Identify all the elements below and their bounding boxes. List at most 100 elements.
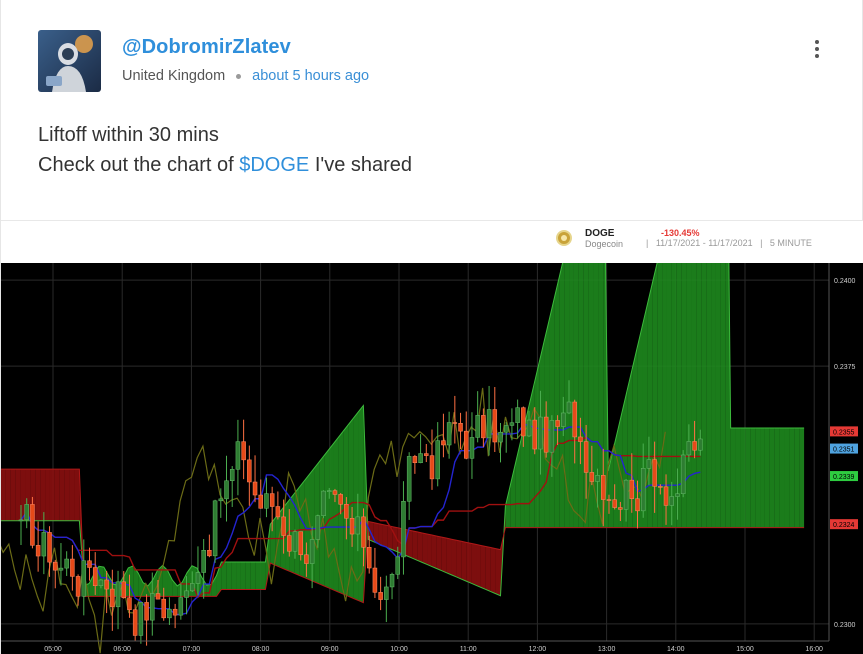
candle-body bbox=[252, 481, 258, 496]
y-tick-label: 0.2300 bbox=[834, 622, 856, 629]
cloud-bear-segment bbox=[382, 524, 388, 548]
candle-body bbox=[412, 456, 418, 464]
candle-body bbox=[401, 501, 406, 558]
candle-body bbox=[127, 597, 132, 610]
candle-body bbox=[572, 401, 577, 438]
candle-body bbox=[669, 496, 674, 506]
cloud-bull-segment bbox=[529, 381, 535, 528]
candle-body bbox=[298, 531, 303, 556]
candle-body bbox=[464, 430, 469, 459]
cloud-bull-segment bbox=[750, 427, 756, 528]
candle-body bbox=[424, 453, 429, 456]
cloud-bear-segment bbox=[64, 469, 70, 521]
cloud-bear-segment bbox=[69, 469, 75, 521]
candle-body bbox=[675, 493, 680, 497]
candle-body bbox=[475, 415, 480, 438]
cloud-bear-segment bbox=[412, 530, 418, 561]
candle-body bbox=[486, 409, 492, 439]
x-tick-label: 06:00 bbox=[113, 646, 131, 653]
price-chart[interactable]: 0.2400 0.2375 0.2300 0.2355 0.2351 0.2339 0.23… bbox=[1, 263, 863, 654]
price-label-text: 0.2339 bbox=[833, 474, 855, 481]
candle-body bbox=[47, 532, 52, 563]
price-label-text: 0.2355 bbox=[833, 429, 855, 436]
candle-body bbox=[698, 438, 703, 451]
candle-body bbox=[595, 475, 600, 482]
candle-body bbox=[441, 440, 446, 446]
user-avatar[interactable] bbox=[38, 30, 101, 92]
chart-canvas: 0.2400 0.2375 0.2300 0.2355 0.2351 0.2339 0.23… bbox=[1, 263, 858, 654]
cloud-bear-segment bbox=[74, 469, 80, 521]
candle-body bbox=[458, 423, 463, 432]
candle-body bbox=[503, 425, 509, 433]
cloud-bear-segment bbox=[451, 539, 457, 577]
candle-body bbox=[526, 419, 532, 437]
candle-body bbox=[338, 494, 343, 505]
candle-body bbox=[87, 560, 92, 568]
candle-body bbox=[446, 422, 452, 446]
timestamp-link[interactable]: about 5 hours ago bbox=[252, 68, 369, 84]
candle-body bbox=[58, 567, 64, 571]
cloud-bear-segment bbox=[1, 469, 6, 521]
x-tick-label: 07:00 bbox=[183, 646, 201, 653]
cloud-bear-segment bbox=[490, 547, 496, 594]
candle-body bbox=[355, 516, 361, 535]
cloud-bull-segment bbox=[784, 427, 790, 528]
cloud-bear-segment bbox=[466, 542, 472, 584]
candle-body bbox=[235, 441, 241, 470]
candle-body bbox=[309, 539, 315, 564]
candle-body bbox=[132, 609, 138, 636]
cloud-bear-segment bbox=[5, 469, 11, 521]
chart-symbol: DOGE bbox=[585, 228, 615, 239]
candle-body bbox=[372, 567, 378, 593]
cloud-bull-segment bbox=[745, 427, 751, 528]
cloud-bull-segment bbox=[730, 427, 736, 528]
candle-body bbox=[315, 515, 321, 540]
x-tick-label: 15:00 bbox=[736, 646, 754, 653]
cloud-bull-segment bbox=[764, 427, 770, 528]
candle-body bbox=[389, 574, 395, 588]
cloud-bear-segment bbox=[417, 531, 423, 563]
cloud-bull-segment bbox=[774, 427, 780, 528]
more-options-icon[interactable] bbox=[807, 38, 827, 60]
candle-body bbox=[115, 581, 121, 608]
cloud-bull-segment bbox=[578, 263, 584, 528]
candle-body bbox=[207, 550, 212, 557]
cloud-bull-segment bbox=[799, 427, 805, 528]
candle-body bbox=[492, 409, 498, 443]
candle-body bbox=[406, 456, 412, 502]
cloud-bull-segment bbox=[231, 561, 237, 590]
cloud-bull-segment bbox=[270, 517, 276, 566]
candle-body bbox=[161, 598, 166, 619]
candle-body bbox=[150, 593, 155, 621]
candle-body bbox=[498, 431, 503, 443]
candle-body bbox=[629, 479, 635, 499]
candle-body bbox=[110, 588, 115, 608]
cashtag-link[interactable]: $DOGE bbox=[239, 154, 309, 176]
candle-body bbox=[218, 498, 224, 502]
x-tick-label: 11:00 bbox=[460, 646, 477, 653]
candle-body bbox=[201, 550, 206, 573]
candle-body bbox=[640, 467, 646, 512]
candle-body bbox=[229, 469, 235, 482]
candle-body bbox=[549, 420, 555, 453]
cloud-bear-segment bbox=[446, 538, 452, 575]
candle-body bbox=[663, 486, 669, 506]
candle-body bbox=[98, 579, 104, 587]
username-link[interactable]: @DobromirZlatev bbox=[122, 36, 291, 59]
y-tick-label: 0.2375 bbox=[834, 364, 856, 371]
cloud-bull-segment bbox=[324, 449, 330, 589]
chart-date-range: | 11/17/2021 - 11/17/2021 | 5 MINUTE bbox=[646, 238, 812, 248]
candle-body bbox=[435, 440, 440, 480]
cloud-bear-segment bbox=[431, 535, 437, 569]
separator-dot bbox=[236, 73, 242, 79]
cloud-bull-segment bbox=[779, 427, 785, 528]
candle-body bbox=[178, 597, 184, 616]
candle-body bbox=[190, 583, 195, 592]
candle-body bbox=[30, 504, 35, 546]
candle-body bbox=[144, 602, 149, 621]
cloud-bear-segment bbox=[436, 536, 442, 571]
x-tick-label: 14:00 bbox=[667, 646, 685, 653]
candle-body bbox=[247, 459, 252, 483]
candle-body bbox=[578, 436, 583, 442]
chart-symbol-name: Dogecoin bbox=[585, 239, 624, 249]
